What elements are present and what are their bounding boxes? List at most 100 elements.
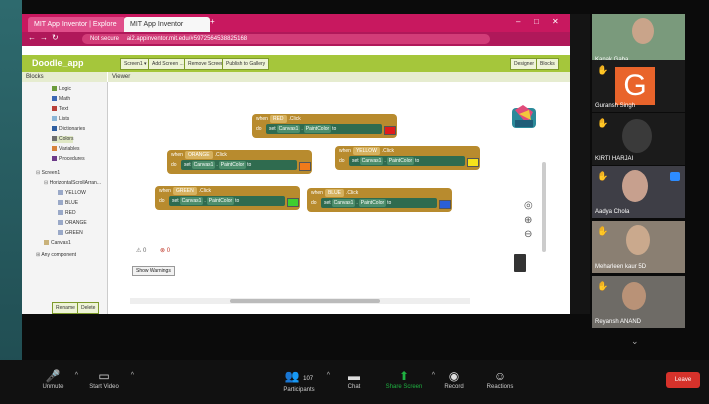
- participant-video: [622, 282, 646, 310]
- participant-name: Guransh Singh: [595, 103, 636, 109]
- block-lists[interactable]: Lists: [52, 116, 69, 123]
- canvas-icon: [44, 240, 49, 245]
- color-swatch-red[interactable]: [384, 126, 396, 135]
- panel-divider: [570, 14, 590, 314]
- participant-video: [622, 170, 648, 202]
- color-swatch-green[interactable]: [287, 198, 299, 207]
- participants-button[interactable]: 👥 107 Participants ^: [278, 368, 330, 393]
- colors-icon: [52, 136, 57, 141]
- color-swatch-yellow[interactable]: [467, 158, 479, 167]
- set-paintcolor-block[interactable]: set Canvas1. PaintColor to: [349, 156, 465, 166]
- tree-item-yellow[interactable]: YELLOW: [58, 190, 86, 197]
- browser-tab-active[interactable]: MIT App Inventor: [124, 17, 210, 32]
- reload-icon[interactable]: ↻: [52, 33, 59, 42]
- block-dictionaries[interactable]: Dictionaries: [52, 126, 85, 133]
- browser-tab-bar: MIT App Inventor | Explore MIT ... MIT A…: [22, 14, 570, 43]
- leave-button[interactable]: Leave: [666, 372, 700, 388]
- shared-screen: MIT App Inventor | Explore MIT ... MIT A…: [22, 14, 570, 314]
- chevron-up-icon[interactable]: ^: [131, 372, 134, 379]
- delete-button[interactable]: Delete: [77, 302, 100, 314]
- tree-item-orange[interactable]: ORANGE: [58, 220, 87, 227]
- block-variables[interactable]: Variables: [52, 146, 79, 153]
- button-icon: [58, 230, 63, 235]
- button-icon: [58, 210, 63, 215]
- security-warning: Not secure: [90, 36, 120, 42]
- tree-any-component[interactable]: ⊞ Any component: [36, 252, 76, 259]
- workspace-hscroll[interactable]: [130, 298, 470, 304]
- event-block-yellow[interactable]: when YELLOW .Click do set Canvas1. PaintColo…: [335, 146, 480, 170]
- participant-tile[interactable]: ✋ Reyansh ANAND: [592, 276, 685, 328]
- record-button[interactable]: ◉ Record: [440, 368, 468, 390]
- event-block-green[interactable]: when GREEN .Click do set Canvas1. PaintColor…: [155, 186, 300, 210]
- tree-canvas1[interactable]: Canvas1: [44, 240, 71, 247]
- start-video-button[interactable]: ▭ Start Video ^: [84, 368, 134, 390]
- workspace-vscroll[interactable]: [542, 162, 546, 252]
- participants-icon: 👥 107: [284, 369, 314, 383]
- raised-hand-icon: ✋: [597, 171, 609, 181]
- participant-tile[interactable]: ✋ G Guransh Singh: [592, 60, 685, 112]
- back-icon[interactable]: ←: [28, 33, 36, 42]
- color-swatch-blue[interactable]: [439, 200, 451, 209]
- zoom-out-icon[interactable]: ⊖: [524, 229, 532, 240]
- blocks-button[interactable]: Blocks: [536, 58, 559, 70]
- chevron-down-icon[interactable]: ⌄: [631, 336, 639, 347]
- new-tab-button[interactable]: +: [210, 17, 215, 26]
- tree-screen1[interactable]: ⊟ Screen1: [36, 170, 60, 177]
- chevron-up-icon[interactable]: ^: [75, 372, 78, 379]
- minimize-icon[interactable]: –: [516, 17, 520, 26]
- block-procedures[interactable]: Procedures: [52, 156, 85, 163]
- logic-icon: [52, 86, 57, 91]
- math-icon: [52, 96, 57, 101]
- tree-item-green[interactable]: GREEN: [58, 230, 83, 237]
- trash-icon[interactable]: [514, 254, 526, 272]
- show-warnings-button[interactable]: Show Warnings: [132, 266, 175, 276]
- set-paintcolor-block[interactable]: set Canvas1. PaintColor to: [181, 160, 297, 170]
- reactions-button[interactable]: ☺ Reactions: [482, 368, 518, 390]
- chat-icon: ▬: [348, 369, 360, 383]
- set-paintcolor-block[interactable]: set Canvas1. PaintColor to: [266, 124, 382, 134]
- share-screen-button[interactable]: ⬆ Share Screen ^: [383, 368, 435, 390]
- lists-icon: [52, 116, 57, 121]
- event-block-orange[interactable]: when ORANGE .Click do set Canvas1. PaintColo…: [167, 150, 312, 174]
- participant-name: Aadya Chola: [595, 209, 630, 215]
- chat-button[interactable]: ▬ Chat: [342, 368, 366, 390]
- close-icon[interactable]: ✕: [552, 17, 559, 26]
- backpack-icon[interactable]: [509, 102, 539, 132]
- set-paintcolor-block[interactable]: set Canvas1. PaintColor to: [169, 196, 285, 206]
- rename-button[interactable]: Rename: [52, 302, 79, 314]
- participant-name: Meharleen kaur 5D: [595, 264, 647, 270]
- unmute-button[interactable]: 🎤 Unmute ^: [38, 368, 78, 390]
- forward-icon[interactable]: →: [40, 33, 48, 42]
- maximize-icon[interactable]: □: [534, 17, 539, 26]
- designer-button[interactable]: Designer: [510, 58, 539, 70]
- block-logic[interactable]: Logic: [52, 86, 71, 93]
- participant-tile[interactable]: ✋ Aadya Chola: [592, 166, 685, 218]
- color-swatch-orange[interactable]: [299, 162, 311, 171]
- chevron-up-icon[interactable]: ^: [432, 372, 435, 379]
- event-block-red[interactable]: when RED .Click do set Canvas1. PaintColor to: [252, 114, 397, 138]
- center-icon[interactable]: ◎: [524, 200, 533, 211]
- participant-video: [632, 18, 654, 44]
- participant-tile[interactable]: Kanak Gaba: [592, 14, 685, 66]
- tree-item-red[interactable]: RED: [58, 210, 76, 217]
- add-screen-button[interactable]: Add Screen ...: [148, 58, 188, 70]
- button-icon: [58, 220, 63, 225]
- url-field[interactable]: Not secure ai2.appinventor.mit.edu/#5972…: [82, 34, 490, 44]
- variables-icon: [52, 146, 57, 151]
- publish-button[interactable]: Publish to Gallery: [222, 58, 270, 70]
- block-colors[interactable]: Colors: [52, 136, 74, 143]
- project-title: Doodle_app: [32, 58, 84, 68]
- zoom-in-icon[interactable]: ⊕: [524, 215, 532, 226]
- block-text[interactable]: Text: [52, 106, 68, 113]
- block-math[interactable]: Math: [52, 96, 70, 103]
- participant-tile[interactable]: ✋ Meharleen kaur 5D: [592, 221, 685, 273]
- app-inventor-toolbar: Doodle_app Screen1 ▾ Add Screen ... Remo…: [22, 55, 570, 72]
- event-block-blue[interactable]: when BLUE .Click do set Canvas1. PaintColor t…: [307, 188, 452, 212]
- set-paintcolor-block[interactable]: set Canvas1. PaintColor to: [321, 198, 437, 208]
- participant-tile[interactable]: ✋ KIRTI HARJAI: [592, 113, 685, 165]
- chevron-up-icon[interactable]: ^: [327, 372, 330, 379]
- tree-horizontal-arrangement[interactable]: ⊟ HorizontalScrollArran...: [44, 180, 101, 187]
- screen-select[interactable]: Screen1 ▾: [120, 58, 151, 70]
- browser-tab[interactable]: MIT App Inventor | Explore MIT ...: [28, 17, 126, 43]
- tree-item-blue[interactable]: BLUE: [58, 200, 78, 207]
